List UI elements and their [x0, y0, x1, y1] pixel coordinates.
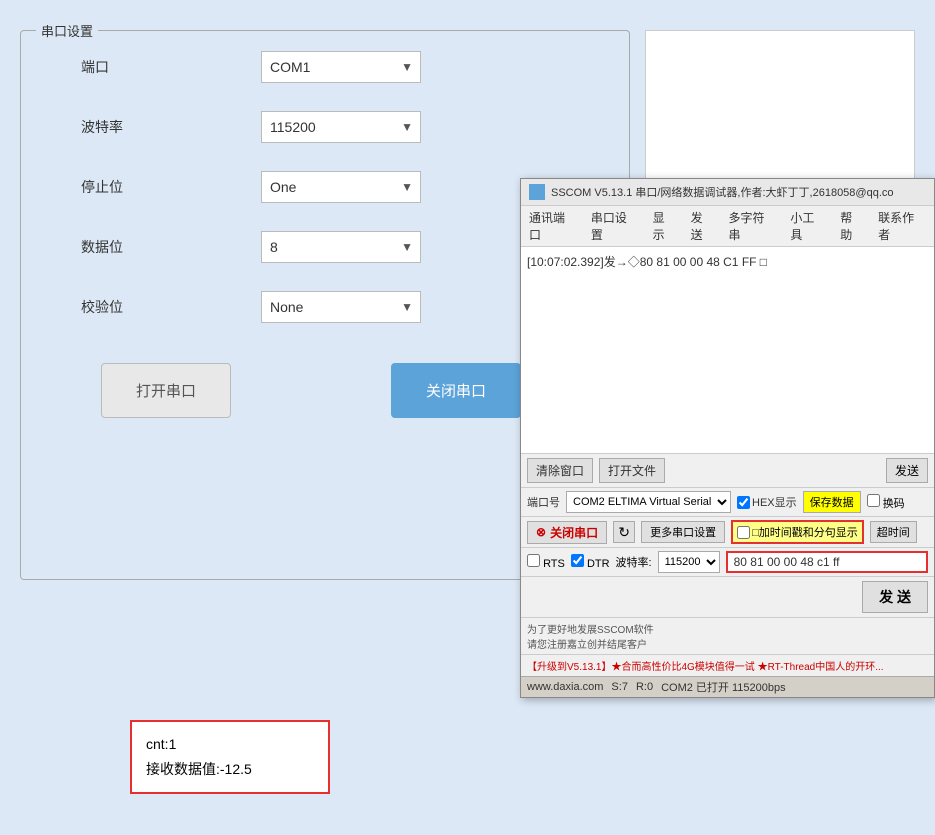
send-data-input-container: 80 81 00 00 48 c1 ff: [726, 551, 928, 573]
sscom-close-port-label: 关闭串口: [550, 524, 598, 541]
dtr-check-label[interactable]: DTR: [571, 554, 610, 570]
status-port-status: COM2 已打开 115200bps: [661, 679, 786, 695]
status-r: R:0: [636, 681, 653, 693]
sscom-rts-row: RTS DTR 波特率: 115200 80 81 00 00 48 c1 ff: [521, 548, 934, 577]
baudrate-label-sscom: 波特率:: [616, 554, 652, 570]
hex-display-check-label[interactable]: HEX显示: [737, 494, 797, 510]
sscom-close-port-button[interactable]: ⊗ 关闭串口: [527, 521, 607, 544]
sscom-send-row: 发 送: [521, 577, 934, 618]
more-check-text: 换码: [883, 498, 905, 510]
menu-comm[interactable]: 通讯端口: [529, 209, 577, 243]
port-select-wrapper[interactable]: COM1 COM2 COM3 ▼: [261, 51, 421, 83]
rts-check-label[interactable]: RTS: [527, 554, 565, 570]
more-checkbox[interactable]: [867, 494, 880, 507]
sscom-ad-text: 【升级到V5.13.1】★合而高性价比4G模块值得一试 ★RT-Thread中国…: [527, 662, 884, 673]
stopbits-select-wrapper[interactable]: One Two 1.5 ▼: [261, 171, 421, 203]
panel-title: 串口设置: [36, 21, 98, 40]
sscom-info-text: 为了更好地发展SSCOM软件 请您注册嘉立创并结尾客户: [527, 621, 928, 651]
stopbits-select[interactable]: One Two 1.5: [261, 171, 421, 203]
sscom-titlebar: SSCOM V5.13.1 串口/网络数据调试器,作者:大虾丁丁,2618058…: [521, 179, 934, 206]
dtr-label: DTR: [587, 558, 610, 570]
dtr-checkbox[interactable]: [571, 554, 584, 567]
databits-label: 数据位: [81, 237, 161, 257]
baudrate-select-wrapper[interactable]: 115200 9600 57600 ▼: [261, 111, 421, 143]
rts-checkbox[interactable]: [527, 554, 540, 567]
more-port-settings-button[interactable]: 更多串口设置: [641, 521, 725, 543]
clear-window-button[interactable]: 清除窗口: [527, 458, 593, 483]
baudrate-select[interactable]: 115200 9600 57600: [261, 111, 421, 143]
port-select[interactable]: COM1 COM2 COM3: [261, 51, 421, 83]
timestamp-checkbox[interactable]: [737, 526, 750, 539]
sscom-menubar: 通讯端口 串口设置 显示 发送 多字符串 小工具 帮助 联系作者: [521, 206, 934, 247]
rts-label: RTS: [543, 558, 565, 570]
status-s: S:7: [611, 681, 628, 693]
port-number-select[interactable]: COM2 ELTIMA Virtual Serial: [566, 491, 731, 513]
status-website: www.daxia.com: [527, 681, 603, 693]
menu-tools[interactable]: 小工具: [790, 209, 826, 243]
hex-display-label: HEX显示: [752, 494, 797, 510]
save-data-button[interactable]: 保存数据: [803, 491, 861, 513]
baudrate-group: 波特率 115200 9600 57600 ▼: [41, 111, 609, 143]
close-port-button[interactable]: 关闭串口: [391, 363, 521, 418]
sscom-status-bar: www.daxia.com S:7 R:0 COM2 已打开 115200bps: [521, 676, 934, 697]
open-port-button[interactable]: 打开串口: [101, 363, 231, 418]
more-check-label[interactable]: 换码: [867, 494, 905, 511]
timestamp-check-container[interactable]: □加时间戳和分句显示: [731, 520, 864, 544]
menu-contact[interactable]: 联系作者: [878, 209, 926, 243]
sscom-toolbar-row: 清除窗口 打开文件 发送: [521, 454, 934, 488]
sscom-title-icon: [529, 184, 545, 200]
menu-multistr[interactable]: 多字符串: [729, 209, 777, 243]
menu-serial[interactable]: 串口设置: [591, 209, 639, 243]
sscom-info-row: 为了更好地发展SSCOM软件 请您注册嘉立创并结尾客户: [521, 618, 934, 655]
databits-select-wrapper[interactable]: 8 7 6 5 ▼: [261, 231, 421, 263]
menu-send[interactable]: 发送: [691, 209, 715, 243]
hex-display-checkbox[interactable]: [737, 496, 750, 509]
data-display-box: cnt:1 接收数据值:-12.5: [130, 720, 330, 794]
timeout-button[interactable]: 超时间: [870, 521, 917, 543]
baudrate-label: 波特率: [81, 117, 161, 137]
timestamp-label: □加时间戳和分句显示: [752, 524, 858, 540]
menu-help[interactable]: 帮助: [840, 209, 864, 243]
refresh-button[interactable]: ↻: [613, 521, 635, 543]
sscom-content: [10:07:02.392]发→◇80 81 00 00 48 C1 FF □: [521, 247, 934, 453]
send-right-button[interactable]: 发送: [886, 458, 928, 483]
sscom-ad-row: 【升级到V5.13.1】★合而高性价比4G模块值得一试 ★RT-Thread中国…: [521, 655, 934, 676]
data-line1: cnt:1: [146, 732, 314, 757]
sscom-title-text: SSCOM V5.13.1 串口/网络数据调试器,作者:大虾丁丁,2618058…: [551, 184, 894, 200]
sscom-bottom: 清除窗口 打开文件 发送 端口号 COM2 ELTIMA Virtual Ser…: [521, 453, 934, 697]
menu-display[interactable]: 显示: [653, 209, 677, 243]
databits-select[interactable]: 8 7 6 5: [261, 231, 421, 263]
port-number-label: 端口号: [527, 494, 560, 510]
close-icon: ⊗: [536, 525, 546, 539]
port-label: 端口: [81, 57, 161, 77]
data-line2: 接收数据值:-12.5: [146, 757, 314, 782]
baudrate-select-sscom[interactable]: 115200: [658, 551, 720, 573]
parity-select[interactable]: None Odd Even: [261, 291, 421, 323]
parity-label: 校验位: [81, 297, 161, 317]
parity-select-wrapper[interactable]: None Odd Even ▼: [261, 291, 421, 323]
sscom-port-row: 端口号 COM2 ELTIMA Virtual Serial HEX显示 保存数…: [521, 488, 934, 517]
send-data-value: 80 81 00 00 48 c1 ff: [734, 555, 840, 569]
stopbits-label: 停止位: [81, 177, 161, 197]
open-file-button[interactable]: 打开文件: [599, 458, 665, 483]
port-group: 端口 COM1 COM2 COM3 ▼: [41, 51, 609, 83]
sscom-window: SSCOM V5.13.1 串口/网络数据调试器,作者:大虾丁丁,2618058…: [520, 178, 935, 698]
main-send-button[interactable]: 发 送: [862, 581, 928, 613]
sscom-log-text: [10:07:02.392]发→◇80 81 00 00 48 C1 FF □: [527, 253, 928, 270]
sscom-close-row: ⊗ 关闭串口 ↻ 更多串口设置 □加时间戳和分句显示 超时间: [521, 517, 934, 548]
